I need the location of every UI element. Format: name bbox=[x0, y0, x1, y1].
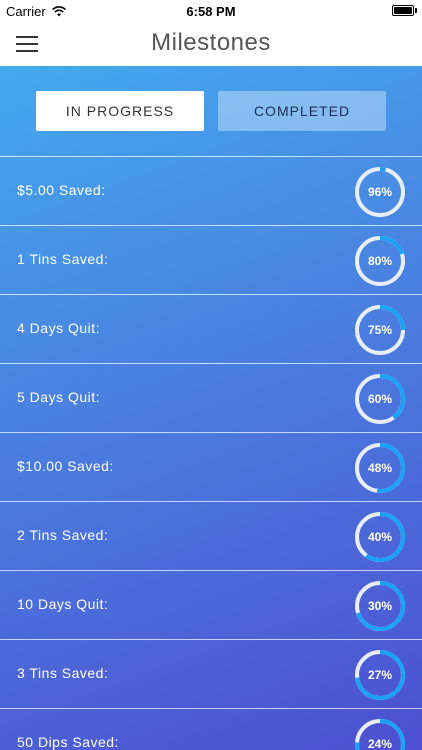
progress-ring: 30% bbox=[354, 580, 406, 632]
progress-ring: 80% bbox=[354, 235, 406, 287]
milestone-row[interactable]: 2 Tins Saved: 40% bbox=[0, 502, 422, 571]
milestone-row[interactable]: $5.00 Saved: 96% bbox=[0, 157, 422, 226]
navigation-bar: Milestones bbox=[0, 22, 422, 67]
progress-ring: 75% bbox=[354, 304, 406, 356]
progress-ring: 96% bbox=[354, 166, 406, 218]
milestone-label: 4 Days Quit: bbox=[17, 320, 101, 336]
milestone-row[interactable]: 4 Days Quit: 75% bbox=[0, 295, 422, 364]
milestone-label: $5.00 Saved: bbox=[17, 182, 106, 198]
tab-completed[interactable]: COMPLETED bbox=[218, 91, 386, 131]
milestone-label: 10 Days Quit: bbox=[17, 596, 109, 612]
milestone-row[interactable]: 3 Tins Saved: 27% bbox=[0, 640, 422, 709]
progress-percent: 96% bbox=[367, 185, 393, 199]
milestone-label: 2 Tins Saved: bbox=[17, 527, 109, 543]
progress-percent: 80% bbox=[367, 254, 393, 268]
milestone-filter-tabs: IN PROGRESS COMPLETED bbox=[36, 91, 386, 131]
progress-ring: 40% bbox=[354, 511, 406, 563]
progress-percent: 48% bbox=[367, 461, 393, 475]
tab-in-progress[interactable]: IN PROGRESS bbox=[36, 91, 204, 131]
milestone-label: $10.00 Saved: bbox=[17, 458, 114, 474]
progress-percent: 27% bbox=[367, 668, 393, 682]
milestone-row[interactable]: $10.00 Saved: 48% bbox=[0, 433, 422, 502]
progress-percent: 40% bbox=[367, 530, 393, 544]
milestone-label: 3 Tins Saved: bbox=[17, 665, 109, 681]
progress-percent: 60% bbox=[367, 392, 393, 406]
progress-percent: 30% bbox=[367, 599, 393, 613]
progress-percent: 75% bbox=[367, 323, 393, 337]
milestones-content: IN PROGRESS COMPLETED $5.00 Saved: 96% 1 T… bbox=[0, 66, 422, 750]
milestone-list: $5.00 Saved: 96% 1 Tins Saved: 80% 4 Days Qu… bbox=[0, 156, 422, 750]
status-bar: Carrier 6:58 PM bbox=[0, 0, 422, 22]
milestone-label: 5 Days Quit: bbox=[17, 389, 101, 405]
progress-ring: 24% bbox=[354, 718, 406, 750]
progress-ring: 48% bbox=[354, 442, 406, 494]
progress-percent: 24% bbox=[367, 737, 393, 750]
milestone-row[interactable]: 50 Dips Saved: 24% bbox=[0, 709, 422, 750]
milestone-label: 1 Tins Saved: bbox=[17, 251, 109, 267]
milestone-label: 50 Dips Saved: bbox=[17, 734, 119, 750]
milestone-row[interactable]: 10 Days Quit: 30% bbox=[0, 571, 422, 640]
status-time: 6:58 PM bbox=[186, 4, 236, 19]
progress-ring: 60% bbox=[354, 373, 406, 425]
milestone-row[interactable]: 1 Tins Saved: 80% bbox=[0, 226, 422, 295]
progress-ring: 27% bbox=[354, 649, 406, 701]
milestone-row[interactable]: 5 Days Quit: 60% bbox=[0, 364, 422, 433]
battery-icon bbox=[392, 5, 417, 16]
page-title: Milestones bbox=[151, 29, 271, 56]
